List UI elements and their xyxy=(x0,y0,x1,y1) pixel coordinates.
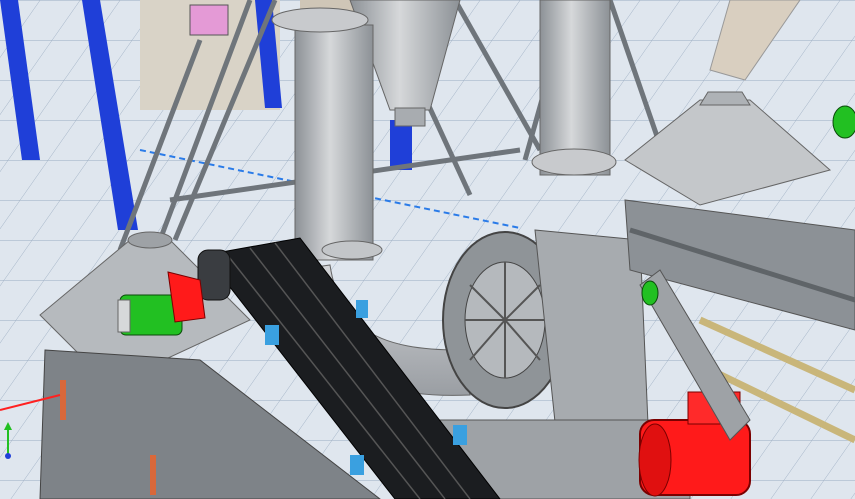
conveyor-head-pulley xyxy=(197,249,231,301)
right-duct-flange xyxy=(531,148,617,176)
bearing-green xyxy=(641,280,659,306)
green-part-topright xyxy=(832,105,855,139)
right-hood-top xyxy=(699,91,751,106)
red-motor-endcap xyxy=(638,423,672,497)
blue-column-4 xyxy=(390,120,412,170)
green-motor-cap xyxy=(117,299,131,333)
left-duct-flange xyxy=(271,7,369,33)
pink-panel xyxy=(189,4,229,36)
red-gearbox xyxy=(167,271,206,323)
left-duct xyxy=(294,24,374,261)
axis-gizmo-icon xyxy=(4,422,12,459)
3d-viewport[interactable] xyxy=(0,0,855,499)
left-duct-mid-flange xyxy=(321,240,383,260)
cad-scene[interactable] xyxy=(0,0,855,499)
left-hood-collar xyxy=(127,231,173,249)
cyclone-outlet xyxy=(394,107,426,127)
